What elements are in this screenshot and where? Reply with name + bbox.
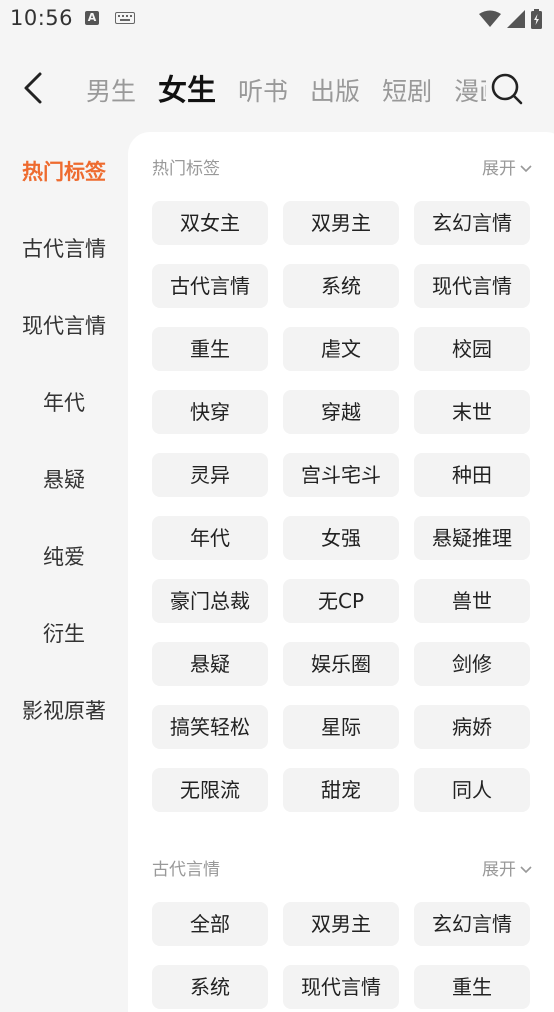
wifi-icon bbox=[479, 10, 501, 27]
tag-chip[interactable]: 系统 bbox=[152, 965, 268, 1009]
expand-label: 展开 bbox=[482, 159, 516, 179]
tag-chip[interactable]: 双女主 bbox=[152, 201, 268, 245]
tag-chip[interactable]: 星际 bbox=[283, 705, 399, 749]
sidebar: 热门标签 古代言情 现代言情 年代 悬疑 纯爱 衍生 影视原著 bbox=[0, 132, 128, 748]
tag-chip[interactable]: 悬疑推理 bbox=[414, 516, 530, 560]
tag-chip[interactable]: 年代 bbox=[152, 516, 268, 560]
tag-chip[interactable]: 末世 bbox=[414, 390, 530, 434]
battery-icon bbox=[531, 9, 542, 29]
tab-4[interactable]: 短剧 bbox=[382, 62, 432, 120]
sidebar-item-3[interactable]: 年代 bbox=[0, 363, 128, 440]
tag-chip[interactable]: 搞笑轻松 bbox=[152, 705, 268, 749]
search-icon[interactable] bbox=[490, 72, 524, 106]
tab-5[interactable]: 漫画 bbox=[454, 62, 486, 120]
tag-chip[interactable]: 穿越 bbox=[283, 390, 399, 434]
tag-chip[interactable]: 女强 bbox=[283, 516, 399, 560]
tag-chip[interactable]: 兽世 bbox=[414, 579, 530, 623]
category-tabs: 男生女生听书出版短剧漫画 bbox=[86, 60, 486, 120]
tag-chip[interactable]: 古代言情 bbox=[152, 264, 268, 308]
tab-1[interactable]: 女生 bbox=[158, 60, 216, 120]
sidebar-item-5[interactable]: 纯爱 bbox=[0, 517, 128, 594]
chevron-down-icon bbox=[520, 866, 532, 874]
expand-button[interactable]: 展开 bbox=[482, 855, 532, 885]
expand-label: 展开 bbox=[482, 860, 516, 880]
tag-chip[interactable]: 双男主 bbox=[283, 201, 399, 245]
back-arrow-icon[interactable] bbox=[18, 70, 50, 106]
tag-chip[interactable]: 现代言情 bbox=[414, 264, 530, 308]
tag-chip[interactable]: 病娇 bbox=[414, 705, 530, 749]
tag-chip[interactable]: 灵异 bbox=[152, 453, 268, 497]
tag-chip[interactable]: 种田 bbox=[414, 453, 530, 497]
sidebar-item-6[interactable]: 衍生 bbox=[0, 594, 128, 671]
section-title: 古代言情 bbox=[152, 860, 220, 880]
keyboard-icon bbox=[115, 12, 135, 24]
sidebar-item-2[interactable]: 现代言情 bbox=[0, 286, 128, 363]
tag-chip[interactable]: 系统 bbox=[283, 264, 399, 308]
section-header: 古代言情 展开 bbox=[152, 855, 532, 885]
tag-chip[interactable]: 悬疑 bbox=[152, 642, 268, 686]
tag-chip[interactable]: 豪门总裁 bbox=[152, 579, 268, 623]
tab-0[interactable]: 男生 bbox=[86, 62, 136, 120]
sidebar-item-7[interactable]: 影视原著 bbox=[0, 671, 128, 748]
tag-chip[interactable]: 虐文 bbox=[283, 327, 399, 371]
tag-chip[interactable]: 甜宠 bbox=[283, 768, 399, 812]
expand-button[interactable]: 展开 bbox=[482, 154, 532, 184]
tag-chip[interactable]: 无限流 bbox=[152, 768, 268, 812]
tag-chip[interactable]: 全部 bbox=[152, 902, 268, 946]
section-title: 热门标签 bbox=[152, 159, 220, 179]
tag-chip[interactable]: 重生 bbox=[152, 327, 268, 371]
tag-chip[interactable]: 同人 bbox=[414, 768, 530, 812]
app-notification-icon: A bbox=[85, 11, 99, 25]
tag-chip[interactable]: 快穿 bbox=[152, 390, 268, 434]
sidebar-item-1[interactable]: 古代言情 bbox=[0, 209, 128, 286]
sidebar-item-0[interactable]: 热门标签 bbox=[0, 132, 128, 209]
tag-chip[interactable]: 重生 bbox=[414, 965, 530, 1009]
status-bar: 10:56 A bbox=[0, 0, 554, 38]
tab-3[interactable]: 出版 bbox=[310, 62, 360, 120]
tag-chip[interactable]: 现代言情 bbox=[283, 965, 399, 1009]
tag-chip[interactable]: 双男主 bbox=[283, 902, 399, 946]
chevron-down-icon bbox=[520, 165, 532, 173]
tag-chip[interactable]: 无CP bbox=[283, 579, 399, 623]
tag-chip[interactable]: 剑修 bbox=[414, 642, 530, 686]
tab-2[interactable]: 听书 bbox=[238, 62, 288, 120]
tag-chip[interactable]: 宫斗宅斗 bbox=[283, 453, 399, 497]
tag-chip[interactable]: 校园 bbox=[414, 327, 530, 371]
tag-chip[interactable]: 玄幻言情 bbox=[414, 201, 530, 245]
tag-chip[interactable]: 娱乐圈 bbox=[283, 642, 399, 686]
tag-panel: 热门标签 展开 双女主 双男主 玄幻言情 古代言情 系统 现代言情 重生 虐文 校园 快穿 穿越 末世 灵异… bbox=[128, 132, 554, 1012]
top-nav: 男生女生听书出版短剧漫画 bbox=[0, 60, 554, 120]
section-header: 热门标签 展开 bbox=[152, 154, 532, 184]
signal-icon bbox=[507, 10, 525, 28]
status-time: 10:56 bbox=[10, 6, 74, 30]
sidebar-item-4[interactable]: 悬疑 bbox=[0, 440, 128, 517]
tag-chip[interactable]: 玄幻言情 bbox=[414, 902, 530, 946]
